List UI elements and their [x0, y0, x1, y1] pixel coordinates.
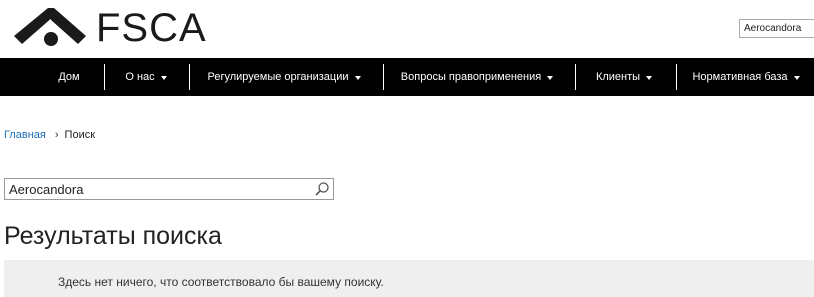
nav-divider	[575, 64, 576, 90]
nav-divider	[383, 64, 384, 90]
nav-item-label: О нас	[125, 71, 155, 83]
nav-item-regulated-entities[interactable]: Регулируемые организации	[199, 58, 369, 96]
logo-text: FSCA	[96, 6, 207, 50]
search-icon[interactable]	[313, 180, 331, 198]
breadcrumb-separator-icon: ›	[54, 129, 59, 141]
caret-down-icon	[160, 75, 167, 80]
nav-item-label: Нормативная база	[692, 71, 788, 83]
page-title: Результаты поиска	[4, 222, 222, 250]
nav-item-clients[interactable]: Клиенты	[585, 58, 663, 96]
breadcrumb: Главная › Поиск	[4, 129, 95, 141]
nav-item-about[interactable]: О нас	[112, 58, 180, 96]
fsca-logo[interactable]: FSCA	[14, 6, 207, 50]
nav-item-regulatory-framework[interactable]: Нормативная база	[686, 58, 806, 96]
main-nav: Дом О нас Регулируемые организации Вопро…	[0, 58, 814, 96]
nav-divider	[676, 64, 677, 90]
search-input[interactable]	[5, 180, 313, 198]
header-search-input[interactable]	[739, 19, 814, 38]
nav-item-enforcement[interactable]: Вопросы правоприменения	[393, 58, 561, 96]
nav-item-label: Дом	[58, 71, 80, 83]
nav-item-label: Вопросы правоприменения	[400, 71, 542, 83]
caret-down-icon	[646, 75, 653, 80]
caret-down-icon	[547, 75, 554, 80]
no-results-message: Здесь нет ничего, что соответствовало бы…	[58, 275, 384, 289]
site-header: FSCA	[0, 0, 814, 58]
nav-divider	[189, 64, 190, 90]
nav-item-label: Клиенты	[595, 71, 641, 83]
search-box	[4, 178, 334, 200]
nav-item-home[interactable]: Дом	[44, 58, 94, 96]
breadcrumb-current: Поиск	[64, 129, 96, 141]
breadcrumb-home-link[interactable]: Главная	[4, 129, 46, 141]
caret-down-icon	[354, 75, 361, 80]
caret-down-icon	[793, 75, 800, 80]
results-panel: Здесь нет ничего, что соответствовало бы…	[4, 260, 814, 297]
nav-item-label: Регулируемые организации	[207, 71, 349, 83]
nav-divider	[104, 64, 105, 90]
house-logo-icon	[14, 8, 86, 46]
